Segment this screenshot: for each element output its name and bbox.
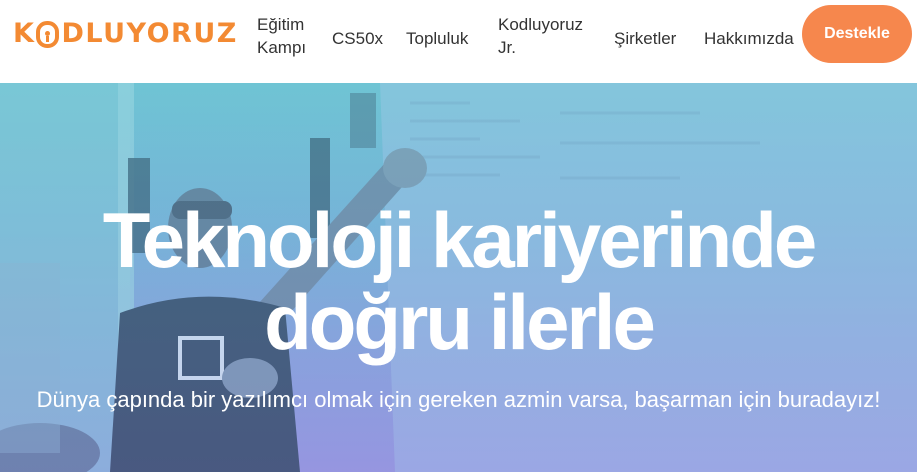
hero-title: Teknoloji kariyerinde doğru ilerle (102, 196, 817, 366)
logo-keyhole-icon (36, 20, 60, 48)
destekle-button[interactable]: Destekle (802, 5, 912, 63)
nav-link-hakkimizda[interactable]: Hakkımızda (704, 27, 794, 50)
nav-link-egitim-kampi[interactable]: Eğitim Kampı (257, 13, 317, 59)
hero-subtitle: Dünya çapında bir yazılımcı olmak için g… (36, 387, 881, 412)
nav-link-cs50x[interactable]: CS50x (332, 27, 383, 50)
site-header: K DLUYORUZ Eğitim Kampı CS50x Topluluk K… (0, 0, 917, 83)
nav-link-kodluyoruz-jr[interactable]: Kodluyoruz Jr. (498, 13, 598, 59)
hero-section: Teknoloji kariyerinde doğru ilerle Dünya… (0, 83, 917, 472)
nav-link-sirketler[interactable]: Şirketler (614, 27, 676, 50)
logo-letter: K (13, 18, 36, 49)
logo-wordmark: DLUYORUZ (61, 18, 238, 49)
kodluyoruz-logo[interactable]: K DLUYORUZ (13, 19, 238, 49)
nav-link-topluluk[interactable]: Topluluk (406, 27, 468, 50)
